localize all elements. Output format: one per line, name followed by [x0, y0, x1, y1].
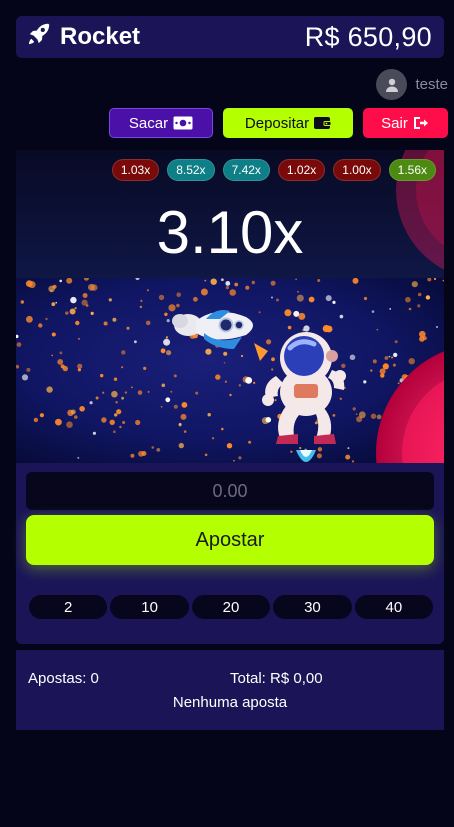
bets-count: Apostas: 0 — [28, 670, 99, 687]
wallet-icon — [314, 117, 332, 129]
history-chip: 1.56x — [388, 159, 436, 181]
logout-label: Sair — [381, 114, 408, 132]
no-bets-message: Nenhuma aposta — [172, 694, 288, 711]
quick-amount-button[interactable]: 2 — [29, 595, 108, 619]
withdraw-label: Sacar — [128, 114, 169, 132]
history-chip: 1.00x — [333, 159, 381, 181]
history-chip: 1.02x — [277, 159, 326, 181]
game-area: 1.03x 8.52x 7.42x 1.02x 1.00x 1.56x 3.10… — [16, 150, 444, 463]
game-top: 1.03x 8.52x 7.42x 1.02x 1.00x 1.56x 3.10… — [16, 150, 444, 278]
history-chip: 8.52x — [167, 159, 215, 181]
avatar[interactable] — [376, 69, 408, 100]
deposit-label: Depositar — [244, 114, 310, 132]
bet-panel: 0.00 Apostar 2 10 20 30 40 — [16, 463, 444, 644]
user-icon — [385, 78, 398, 92]
history-chip: 1.03x — [111, 159, 160, 181]
withdraw-button[interactable]: Sacar — [109, 108, 213, 138]
balance: R$ 650,90 — [304, 21, 432, 52]
quick-amount-button[interactable]: 30 — [273, 595, 352, 619]
space-scene — [16, 275, 444, 463]
username: teste — [415, 76, 448, 93]
multiplier-history: 1.03x 8.52x 7.42x 1.02x 1.00x 1.56x — [111, 159, 436, 181]
bets-total: Total: R$ 0,00 — [230, 670, 323, 687]
current-multiplier: 3.10x — [156, 199, 304, 266]
top-bar: Rocket R$ 650,90 — [16, 16, 444, 58]
brand-name: Rocket — [60, 23, 141, 50]
space-illustration — [16, 275, 444, 463]
quick-amounts: 2 10 20 30 40 — [29, 595, 434, 619]
brand: Rocket — [26, 21, 140, 54]
sign-out-icon — [413, 117, 428, 129]
bet-button[interactable]: Apostar — [26, 515, 434, 565]
quick-amount-button[interactable]: 40 — [354, 595, 434, 619]
bet-amount-input[interactable]: 0.00 — [26, 472, 434, 510]
logout-button[interactable]: Sair — [363, 108, 448, 138]
quick-amount-button[interactable]: 20 — [191, 595, 271, 619]
money-icon — [173, 116, 193, 130]
history-chip: 7.42x — [222, 159, 270, 181]
deposit-button[interactable]: Depositar — [223, 108, 353, 138]
user-menu[interactable]: teste — [376, 69, 448, 100]
quick-amount-button[interactable]: 10 — [110, 595, 189, 619]
rocket-icon — [26, 21, 52, 54]
bets-summary: Apostas: 0 Total: R$ 0,00 Nenhuma aposta — [16, 650, 444, 730]
